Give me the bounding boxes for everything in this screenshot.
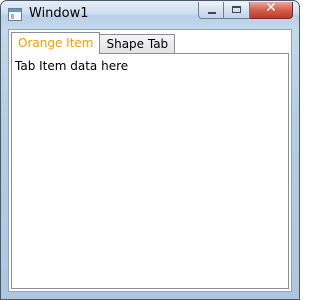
maximize-button[interactable] bbox=[224, 2, 250, 19]
client-area: Orange Item Shape Tab Tab Item data here bbox=[8, 29, 292, 292]
tab-content-panel: Tab Item data here bbox=[11, 53, 289, 289]
main-window: Window1 ✕ Orange Item Shape Tab Tab Item… bbox=[0, 0, 300, 300]
close-button[interactable]: ✕ bbox=[250, 0, 293, 19]
tab-shape-tab[interactable]: Shape Tab bbox=[99, 34, 176, 54]
tab-orange-item[interactable]: Orange Item bbox=[11, 32, 101, 54]
caption-buttons: ✕ bbox=[198, 0, 293, 20]
title-bar[interactable]: Window1 ✕ bbox=[1, 0, 299, 28]
close-icon: ✕ bbox=[265, 0, 277, 16]
maximize-icon bbox=[232, 6, 241, 13]
tab-content-text: Tab Item data here bbox=[15, 59, 129, 73]
app-window-icon[interactable] bbox=[8, 8, 22, 21]
minimize-icon bbox=[208, 12, 216, 14]
window-title: Window1 bbox=[29, 6, 89, 21]
tab-strip: Orange Item Shape Tab bbox=[11, 32, 176, 54]
minimize-button[interactable] bbox=[198, 2, 224, 19]
